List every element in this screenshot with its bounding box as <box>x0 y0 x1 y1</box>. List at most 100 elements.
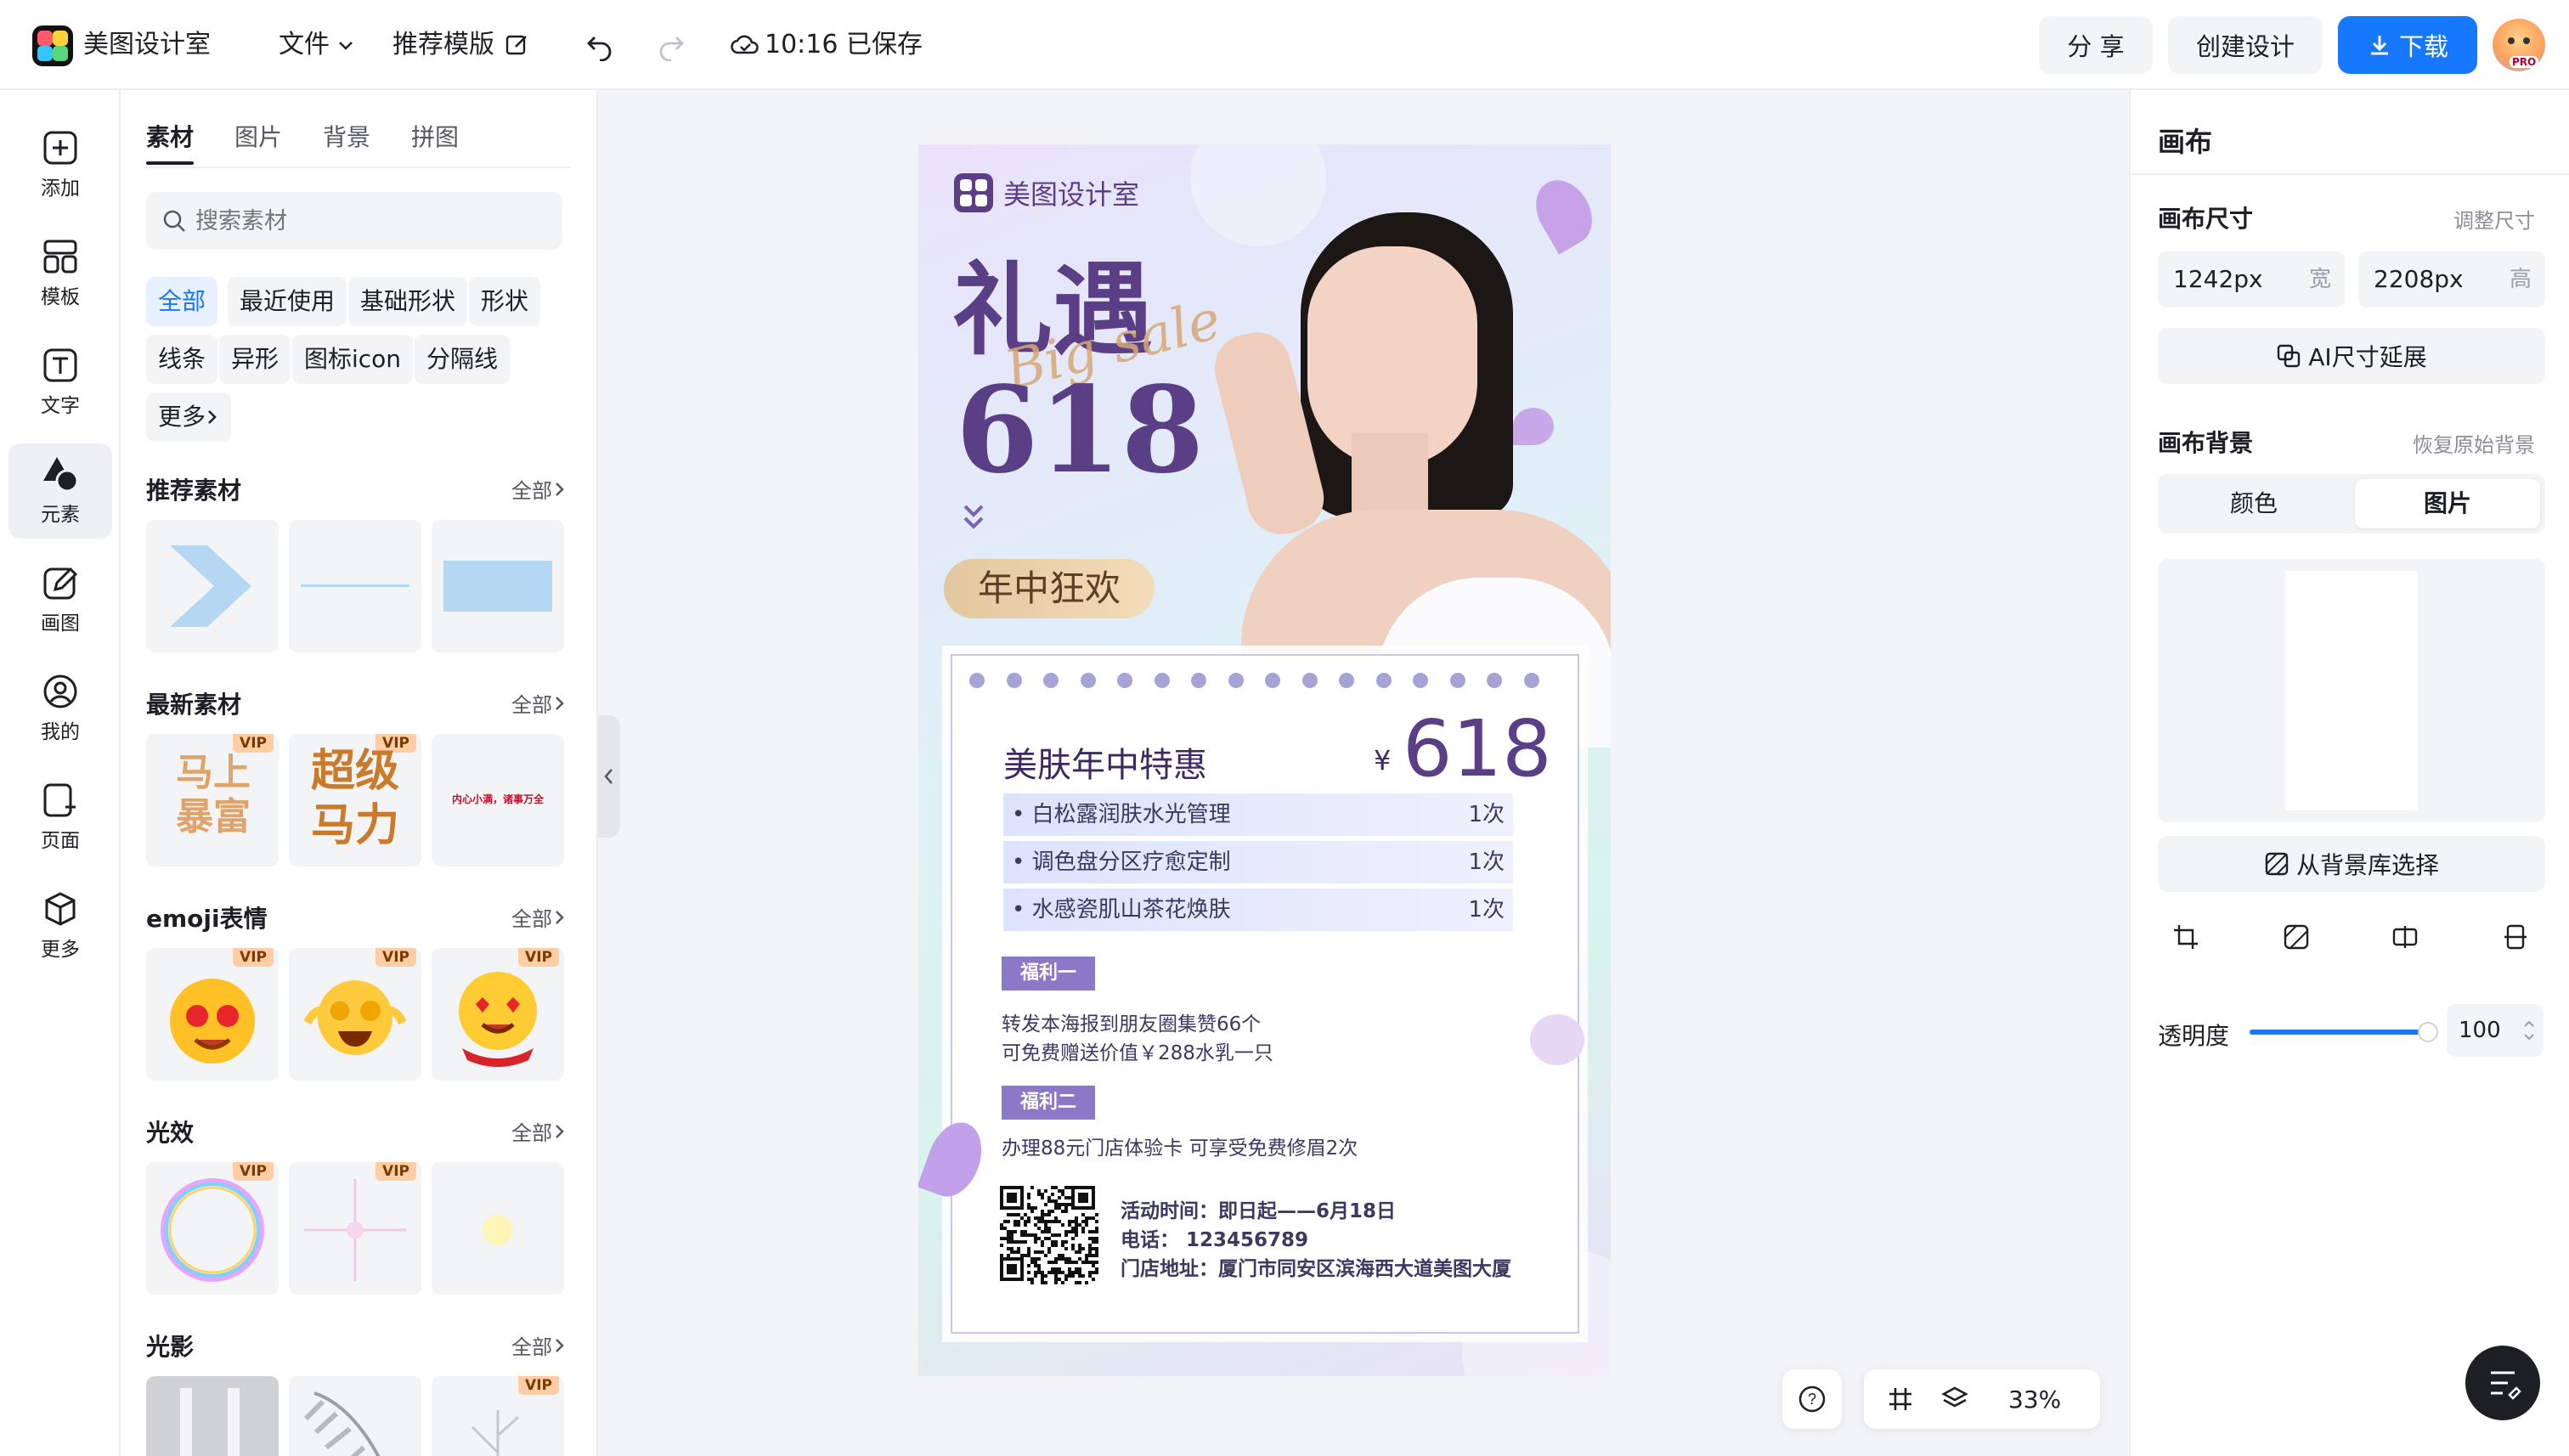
width-value: 1242px <box>2173 265 2263 293</box>
portrait-photo[interactable] <box>1207 178 1611 748</box>
width-field[interactable]: 1242px 宽 <box>2158 251 2345 308</box>
poster-big-number[interactable]: 618 <box>956 367 1204 494</box>
tile-latest-2[interactable]: VIP 超级 马力 <box>289 734 421 866</box>
height-field[interactable]: 2208px 高 <box>2358 251 2545 308</box>
collapse-panel-handle[interactable] <box>598 715 620 838</box>
chevron-right-icon <box>208 410 217 424</box>
tab-collage[interactable]: 拼图 <box>411 119 459 153</box>
layers-icon[interactable] <box>1940 1385 1969 1414</box>
tab-images[interactable]: 图片 <box>234 119 282 153</box>
light-all-link[interactable]: 全部 <box>511 1116 567 1146</box>
price-symbol: ¥ <box>1374 744 1392 776</box>
tile-latest-3[interactable]: 内心小满，诸事万全 <box>432 734 564 866</box>
offer-row-name: 水感瓷肌山茶花焕肤 <box>1031 897 1231 923</box>
bg-library-button[interactable]: 从背景库选择 <box>2158 836 2545 892</box>
canvas-bg-label: 画布背景 <box>2158 429 2254 457</box>
rail-item-template[interactable]: 模板 <box>8 226 112 321</box>
tile-emoji-3[interactable]: VIP <box>432 948 564 1081</box>
flip-vertical-icon[interactable] <box>2501 923 2530 951</box>
search-icon <box>163 210 185 232</box>
chip-icons[interactable]: 图标icon <box>292 335 414 384</box>
share-button[interactable]: 分 享 <box>2039 16 2153 74</box>
resize-link[interactable]: 调整尺寸 <box>2453 204 2535 234</box>
bg-preview[interactable] <box>2158 559 2545 822</box>
tile-shadow-2[interactable] <box>289 1376 421 1456</box>
rail-item-draw[interactable]: 画图 <box>8 552 112 647</box>
file-menu[interactable]: 文件 <box>279 25 355 65</box>
info-phone: 电话： 123456789 <box>1121 1229 1309 1251</box>
card-dot <box>1154 673 1170 688</box>
undo-icon[interactable] <box>584 31 615 61</box>
emoji-all-link[interactable]: 全部 <box>511 902 567 932</box>
latest-sticker-text-2: 超级 马力 <box>310 746 399 851</box>
page-add-icon <box>43 783 76 817</box>
tile-light-1[interactable]: VIP <box>146 1162 279 1295</box>
restore-bg-link[interactable]: 恢复原始背景 <box>2413 428 2535 458</box>
create-design-button[interactable]: 创建设计 <box>2168 16 2323 74</box>
brand-logo-icon <box>954 173 993 212</box>
grid-icon[interactable] <box>1886 1385 1915 1414</box>
template-name[interactable]: 推荐模版 <box>392 25 530 65</box>
all-label: 全部 <box>511 479 552 503</box>
chip-lines[interactable]: 线条 <box>146 335 218 384</box>
chip-recent[interactable]: 最近使用 <box>228 277 347 326</box>
vip-badge: VIP <box>518 1376 559 1395</box>
search-input[interactable] <box>195 207 535 234</box>
tile-rect-shape[interactable] <box>432 520 564 652</box>
rail-item-elements[interactable]: 元素 <box>8 443 112 539</box>
redo-icon[interactable] <box>656 31 686 61</box>
card-dot <box>1080 673 1096 688</box>
tile-shadow-3[interactable]: VIP <box>432 1376 564 1456</box>
tile-shadow-1[interactable] <box>146 1376 279 1456</box>
avatar[interactable]: PRO <box>2493 19 2545 71</box>
seg-color[interactable]: 颜色 <box>2158 474 2350 533</box>
rail-item-pages[interactable]: 页面 <box>8 770 112 865</box>
section-shadow-title: 光影 <box>146 1333 195 1361</box>
rail-item-mine[interactable]: 我的 <box>8 661 112 756</box>
rail-item-more[interactable]: 更多 <box>8 878 112 973</box>
tab-backgrounds[interactable]: 背景 <box>323 119 370 153</box>
chip-irregular[interactable]: 异形 <box>219 335 291 384</box>
poster-canvas[interactable]: 美图设计室 礼遇 Big sale 618 年中狂欢 美肤年中特惠 ¥ 618 … <box>918 144 1611 1376</box>
tile-light-2[interactable]: VIP <box>289 1162 421 1295</box>
app-logo-icon[interactable] <box>32 25 73 66</box>
download-button[interactable]: 下载 <box>2338 16 2477 74</box>
offer-card[interactable]: 美肤年中特惠 ¥ 618 • 白松露润肤水光管理 1次 • 调色盘分区疗愈定制 1次… <box>951 654 1579 1334</box>
help-button[interactable]: ? <box>1782 1369 1842 1429</box>
poster-brand[interactable]: 美图设计室 <box>954 173 1139 212</box>
opacity-slider-knob[interactable] <box>2418 1022 2438 1042</box>
chip-more[interactable]: 更多 <box>146 392 232 442</box>
chip-dividers[interactable]: 分隔线 <box>415 335 511 384</box>
rail-item-add[interactable]: 添加 <box>8 117 112 212</box>
seg-image[interactable]: 图片 <box>2355 479 2540 528</box>
offer-row-3: • 水感瓷肌山茶花焕肤 1次 <box>1003 889 1513 931</box>
tile-emoji-1[interactable]: VIP <box>146 948 279 1081</box>
tile-line-shape[interactable] <box>289 520 421 652</box>
zoom-level[interactable]: 33% <box>2008 1385 2061 1414</box>
poster-subtitle-pill[interactable]: 年中狂欢 <box>944 559 1155 618</box>
chip-all[interactable]: 全部 <box>146 277 218 326</box>
tile-latest-1[interactable]: VIP 马上 暴富 <box>146 734 279 866</box>
edit-icon[interactable] <box>505 32 530 58</box>
tile-chevron-shape[interactable] <box>146 520 279 652</box>
tile-light-3[interactable] <box>432 1162 564 1295</box>
crop-icon[interactable] <box>2171 923 2200 951</box>
opacity-slider-track[interactable] <box>2250 1022 2438 1042</box>
tab-materials[interactable]: 素材 <box>146 119 194 153</box>
ai-extend-button[interactable]: AI尺寸延展 <box>2158 328 2545 384</box>
stepper-icon[interactable] <box>2523 1018 2535 1043</box>
feedback-fab[interactable] <box>2465 1346 2540 1420</box>
filter-icon[interactable] <box>2282 923 2311 951</box>
opacity-input[interactable]: 100 <box>2447 1004 2544 1057</box>
recommended-all-link[interactable]: 全部 <box>511 474 567 504</box>
flip-horizontal-icon[interactable] <box>2391 923 2419 951</box>
shadow-all-link[interactable]: 全部 <box>511 1330 567 1360</box>
zoom-toolbar: 33% <box>1864 1369 2100 1429</box>
tile-emoji-2[interactable]: VIP <box>289 948 421 1081</box>
rail-item-text[interactable]: 文字 <box>8 335 112 430</box>
chip-shapes[interactable]: 形状 <box>469 277 541 326</box>
chip-basic-shapes[interactable]: 基础形状 <box>348 277 468 326</box>
vip-badge: VIP <box>233 1162 274 1181</box>
search-box[interactable] <box>146 192 562 250</box>
latest-all-link[interactable]: 全部 <box>511 688 567 718</box>
